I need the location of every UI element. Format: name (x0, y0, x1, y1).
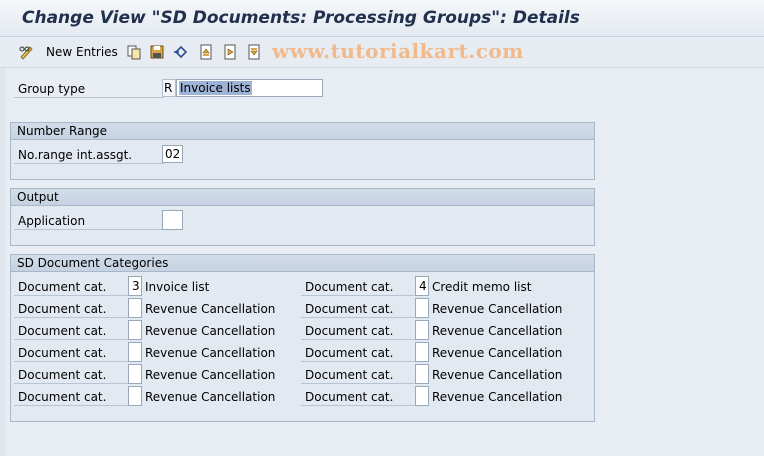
doc-cat-field[interactable] (415, 320, 429, 340)
doc-cat-field[interactable] (415, 386, 429, 406)
window-title: Change View "SD Documents: Processing Gr… (22, 8, 580, 28)
group-type-underline (14, 97, 164, 98)
last-page-button[interactable] (246, 42, 262, 62)
doc-cat-underline (301, 361, 415, 362)
doc-cat-desc: Revenue Cancellation (432, 302, 563, 316)
doc-cat-underline (14, 339, 128, 340)
doc-cat-desc: Revenue Cancellation (145, 302, 276, 316)
doc-cat-desc: Revenue Cancellation (145, 390, 276, 404)
application-field[interactable] (162, 210, 183, 230)
title-bar: Change View "SD Documents: Processing Gr… (0, 0, 764, 37)
doc-cat-underline (301, 405, 415, 406)
application-underline (14, 229, 164, 230)
number-range-field[interactable]: 02 (162, 145, 183, 163)
copy-icon (126, 44, 142, 60)
doc-cat-field[interactable] (415, 364, 429, 384)
number-range-header: Number Range (11, 123, 594, 140)
group-type-code: R (162, 79, 176, 97)
output-header: Output (11, 189, 594, 206)
group-type-label: Group type (18, 82, 86, 96)
number-range-label: No.range int.assgt. (18, 148, 133, 162)
watermark: www.tutorialkart.com (272, 39, 524, 63)
doc-cat-label: Document cat. (305, 302, 394, 316)
doc-cat-desc: Revenue Cancellation (432, 324, 563, 338)
doc-cat-label: Document cat. (18, 390, 107, 404)
doc-cat-desc: Invoice list (145, 280, 210, 294)
doc-cat-field[interactable] (128, 298, 142, 318)
undo-icon (173, 44, 189, 60)
doc-cat-field[interactable]: 3 (128, 276, 142, 296)
doc-cat-field[interactable] (128, 320, 142, 340)
doc-cat-underline (14, 405, 128, 406)
doc-cat-label: Document cat. (18, 280, 107, 294)
detail-area: Group type R Invoice lists Number Range … (6, 68, 764, 456)
doc-cat-label: Document cat. (18, 368, 107, 382)
doc-cat-label: Document cat. (305, 280, 394, 294)
pencil-glasses-icon (18, 44, 34, 60)
sd-categories-header: SD Document Categories (11, 255, 594, 272)
doc-cat-label: Document cat. (305, 390, 394, 404)
new-entries-label: New Entries (46, 45, 118, 59)
doc-cat-desc: Revenue Cancellation (432, 368, 563, 382)
doc-cat-desc: Revenue Cancellation (432, 390, 563, 404)
doc-cat-label: Document cat. (305, 368, 394, 382)
next-page-icon (222, 44, 238, 60)
doc-cat-underline (301, 295, 415, 296)
group-type-field[interactable]: Invoice lists (176, 79, 323, 97)
doc-cat-underline (14, 383, 128, 384)
doc-cat-field[interactable]: 4 (415, 276, 429, 296)
doc-cat-label: Document cat. (18, 302, 107, 316)
next-page-button[interactable] (222, 42, 238, 62)
new-entries-button[interactable]: New Entries (18, 42, 118, 62)
application-label: Application (18, 214, 86, 228)
doc-cat-field[interactable] (415, 298, 429, 318)
doc-cat-label: Document cat. (305, 346, 394, 360)
number-range-underline (14, 163, 164, 164)
doc-cat-label: Document cat. (305, 324, 394, 338)
doc-cat-desc: Revenue Cancellation (145, 324, 276, 338)
doc-cat-underline (301, 317, 415, 318)
group-type-value: Invoice lists (179, 81, 252, 95)
doc-cat-desc: Revenue Cancellation (145, 368, 276, 382)
doc-cat-label: Document cat. (18, 346, 107, 360)
doc-cat-underline (14, 317, 128, 318)
save-button[interactable] (149, 42, 165, 62)
doc-cat-underline (301, 383, 415, 384)
doc-cat-field[interactable] (128, 364, 142, 384)
output-group: Output (10, 188, 595, 246)
doc-cat-field[interactable] (128, 342, 142, 362)
doc-cat-desc: Revenue Cancellation (145, 346, 276, 360)
doc-cat-underline (14, 361, 128, 362)
copy-button[interactable] (126, 42, 142, 62)
doc-cat-underline (301, 339, 415, 340)
doc-cat-field[interactable] (128, 386, 142, 406)
doc-cat-field[interactable] (415, 342, 429, 362)
doc-cat-desc: Revenue Cancellation (432, 346, 563, 360)
last-page-icon (246, 44, 262, 60)
doc-cat-desc: Credit memo list (432, 280, 532, 294)
first-page-button[interactable] (198, 42, 214, 62)
save-icon (149, 44, 165, 60)
doc-cat-underline (14, 295, 128, 296)
first-page-icon (198, 44, 214, 60)
doc-cat-label: Document cat. (18, 324, 107, 338)
undo-button[interactable] (173, 42, 189, 62)
